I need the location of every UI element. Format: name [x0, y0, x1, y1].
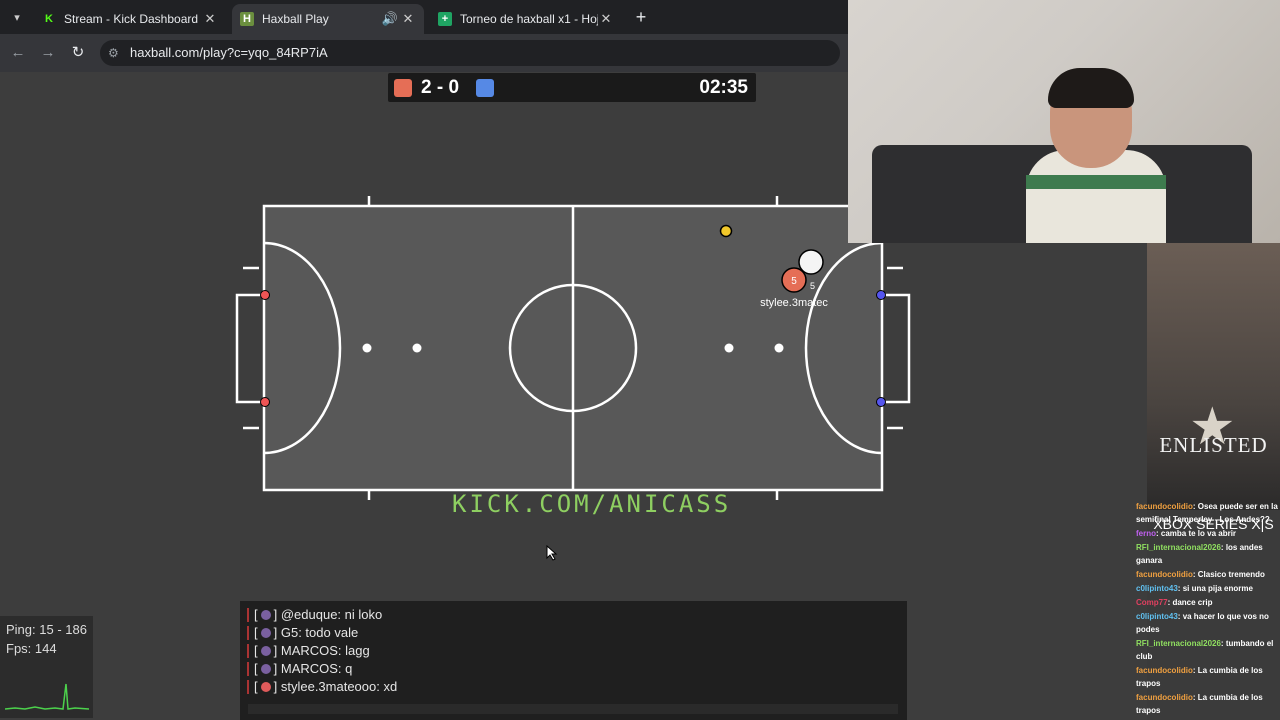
url-text: haxball.com/play?c=yqo_84RP7iA [130, 45, 328, 60]
stream-chat-message: facundocolidio: Osea puede ser en la sem… [1136, 502, 1278, 524]
stream-chat-message: RFI_internacional2026: tumbando el club [1136, 639, 1274, 661]
speaker-icon[interactable]: 🔊 [380, 11, 400, 27]
haxball-icon: H [240, 12, 254, 26]
stream-chat-message: c0lipinto43: si una pija enorme [1136, 584, 1253, 593]
ball [719, 224, 733, 238]
red-goalpost [260, 290, 270, 300]
stream-chat-message: facundocolidio: La cumbia de los trapos [1136, 666, 1263, 688]
tab-kick-dashboard[interactable]: K Stream - Kick Dashboard ✕ [34, 4, 226, 34]
tab-search-icon[interactable]: ▾ [6, 6, 28, 28]
tab-title: Stream - Kick Dashboard [64, 12, 199, 26]
ad-brand: ENLISTED [1159, 433, 1268, 457]
chat-line: [] G5: todo vale [247, 624, 907, 642]
stream-chat-message: c0lipinto43: va hacer lo que vos no pode… [1136, 612, 1269, 634]
chat-line: [] stylee.3mateooo: xd [247, 678, 907, 696]
player-flag-icon [260, 664, 271, 674]
player-flag-icon [260, 628, 271, 638]
tab-title: Torneo de haxball x1 - Hojas de [460, 12, 598, 26]
tab-title: Haxball Play [262, 12, 329, 26]
network-stats: Ping: 15 - 186 Fps: 144 [0, 616, 93, 718]
close-icon[interactable]: ✕ [202, 11, 218, 27]
game-chat: [] @eduque: ni loko [] G5: todo vale [] … [240, 601, 907, 720]
player-name: stylee.3matec [760, 297, 828, 309]
tab-haxball-play[interactable]: H Haxball Play 🔊 ✕ [232, 4, 424, 34]
chat-line: [] MARCOS: lagg [247, 642, 907, 660]
stream-chat-message: facundocolidio: Clasico tremendo [1136, 570, 1265, 579]
player-flag-icon [260, 646, 271, 656]
player-flag-icon [260, 610, 271, 620]
tab-torneo-sheets[interactable]: + Torneo de haxball x1 - Hojas de ✕ [430, 4, 622, 34]
stream-watermark: KICK.COM/ANICASS [452, 490, 732, 518]
forward-icon[interactable]: → [38, 43, 58, 63]
stream-chat-message: facundocolidio: La cumbia de los trapos [1136, 693, 1263, 715]
browser-tab-strip: ▾ K Stream - Kick Dashboard ✕ H Haxball … [0, 0, 848, 34]
kick-icon: K [45, 13, 53, 25]
ad-banner: ★ ENLISTED XBOX SERIES X|S [1147, 243, 1280, 532]
left-goal [235, 293, 264, 404]
address-bar: ← → ↻ ⚙ haxball.com/play?c=yqo_84RP7iA [0, 34, 848, 72]
stream-chat-message: RFI_internacional2026: los andes ganara [1136, 543, 1263, 565]
new-tab-button[interactable]: + [630, 6, 652, 28]
site-info-icon[interactable]: ⚙ [108, 40, 119, 66]
reload-icon[interactable]: ↻ [68, 43, 88, 63]
stream-chat-message: ferno: camba te lo va abrir [1136, 529, 1237, 538]
webcam-overlay [848, 0, 1280, 243]
shirt-stripe [1026, 175, 1166, 189]
chat-input[interactable] [248, 704, 898, 714]
blue-goalpost [876, 397, 886, 407]
stream-chat: facundocolidio: Osea puede ser en la sem… [1132, 500, 1280, 720]
player-flag-icon [260, 682, 271, 692]
mouse-cursor-icon [546, 545, 558, 561]
player-avatar: 5 [791, 276, 797, 287]
fps-graph [5, 683, 89, 710]
streamer-hair [1048, 68, 1134, 108]
blue-goalpost [876, 290, 886, 300]
red-goalpost [260, 397, 270, 407]
back-icon[interactable]: ← [8, 43, 28, 63]
url-input[interactable]: ⚙ haxball.com/play?c=yqo_84RP7iA [100, 40, 840, 66]
sheets-icon: + [438, 12, 452, 26]
close-icon[interactable]: ✕ [400, 11, 416, 27]
ping-text: Ping: 15 - 186 [6, 622, 87, 637]
close-icon[interactable]: ✕ [598, 11, 614, 27]
right-goal [882, 293, 911, 404]
player-badge: 5 [810, 281, 815, 291]
fps-text: Fps: 144 [6, 641, 57, 656]
stream-chat-message: Comp77: dance crip [1136, 598, 1213, 607]
chat-line: [] MARCOS: q [247, 660, 907, 678]
opponent-player [798, 249, 824, 275]
chat-line: [] @eduque: ni loko [247, 606, 907, 624]
